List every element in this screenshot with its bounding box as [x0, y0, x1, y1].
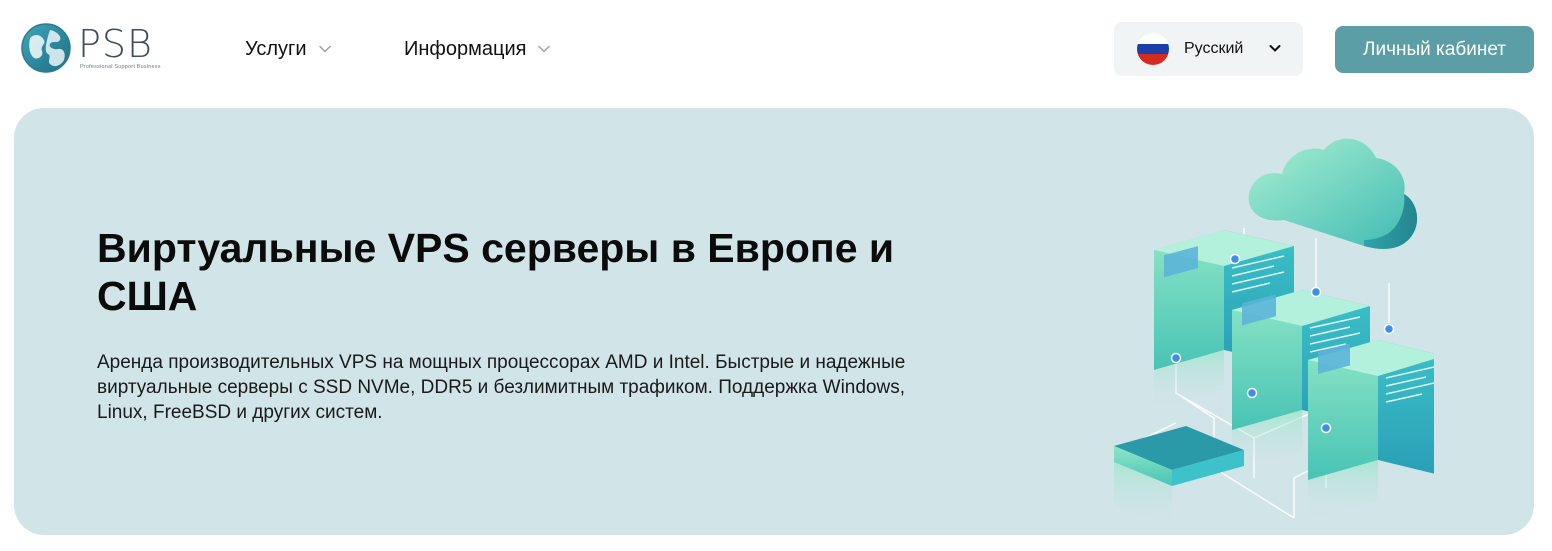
hero-banner: Виртуальные VPS серверы в Европе и США А… — [14, 108, 1534, 535]
brand-name: PSB — [78, 22, 153, 66]
language-selector[interactable]: Русский — [1114, 22, 1303, 76]
logo[interactable]: PSB Professional Support Business — [20, 22, 172, 74]
cloud-servers-illustration — [1114, 138, 1434, 528]
nav-info-dropdown[interactable]: Информация — [404, 36, 551, 62]
logo-wordmark: PSB Professional Support Business — [78, 22, 172, 74]
globe-logo-icon — [21, 23, 71, 73]
language-label: Русский — [1184, 40, 1244, 57]
hero-description: Аренда производительных VPS на мощных пр… — [97, 352, 906, 423]
russia-flag-icon — [1137, 33, 1169, 65]
site-header: PSB Professional Support Business Услуги… — [0, 0, 1552, 100]
hero-title: Виртуальные VPS серверы в Европе и США — [97, 225, 895, 319]
brand-tagline: Professional Support Business — [80, 64, 161, 70]
personal-account-button[interactable]: Личный кабинет — [1335, 26, 1534, 73]
chevron-down-icon — [538, 45, 551, 53]
storage-slab — [1114, 426, 1244, 528]
nav-services-dropdown[interactable]: Услуги — [245, 36, 331, 62]
nav-info-label: Информация — [404, 37, 527, 60]
chevron-down-icon — [1269, 45, 1281, 52]
cloud-icon — [1248, 138, 1418, 249]
chevron-down-icon — [318, 45, 331, 53]
nav-services-label: Услуги — [245, 37, 307, 60]
